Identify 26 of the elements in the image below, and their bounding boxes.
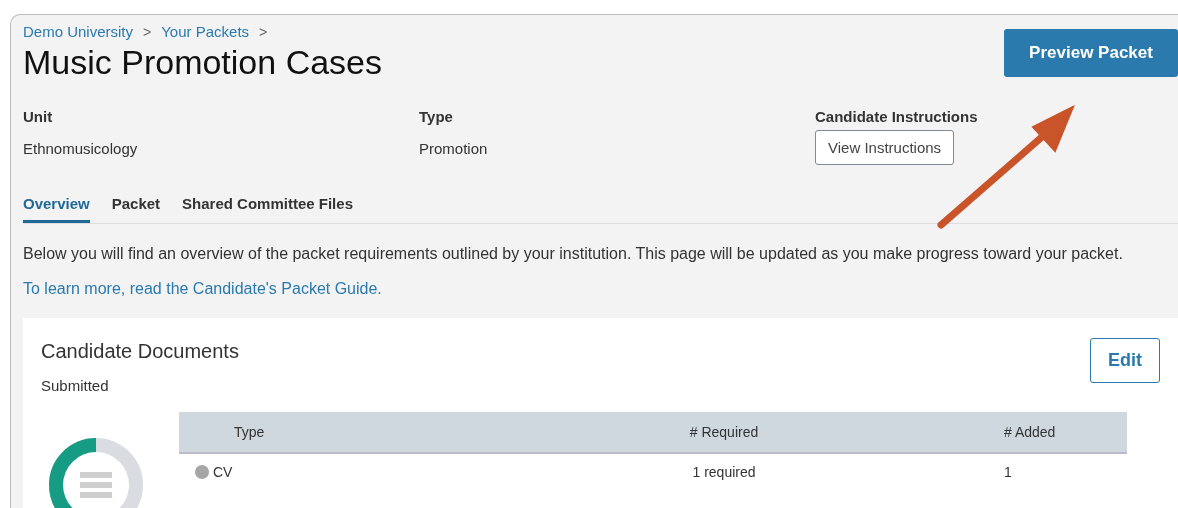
table-cell: 1 required: [692, 464, 756, 480]
column-header: # Required: [688, 424, 760, 440]
status-text: Submitted: [41, 377, 110, 394]
tab[interactable]: Shared Committee Files: [182, 189, 353, 223]
table-cell: 1: [1004, 464, 1012, 480]
card-title: Candidate Documents: [41, 340, 239, 363]
detail-label: Unit: [23, 108, 54, 127]
tab[interactable]: Packet: [111, 189, 161, 223]
packet-guide-link[interactable]: To learn more, read the Candidate's Packet Guide.: [23, 280, 382, 297]
breadcrumb-link[interactable]: Your Packets: [161, 23, 250, 40]
view-instructions-button[interactable]: View Instructions: [815, 130, 955, 165]
page-title: Music Promotion Cases: [23, 42, 382, 83]
intro-paragraph: Below you will find an overview of the packet requirements outlined by your institution. This page will be updated as you make progress toward your packet. To learn more, read the Candidate's Packet Guide.: [23, 244, 1124, 299]
table-cell: CV: [213, 464, 233, 480]
preview-packet-button[interactable]: Preview Packet: [1004, 29, 1178, 77]
breadcrumb-link[interactable]: Demo University: [23, 23, 134, 40]
edit-button[interactable]: Edit: [1090, 338, 1160, 383]
tab[interactable]: Overview: [23, 189, 90, 223]
column-header: # Added: [1003, 424, 1057, 440]
column-header: Type: [233, 424, 266, 440]
breadcrumb-separator: >: [259, 23, 268, 40]
detail-label: Candidate Instructions: [815, 108, 979, 127]
detail-value: Ethnomusicology: [23, 140, 139, 157]
detail-label: Type: [419, 108, 454, 127]
detail-value: Promotion: [419, 140, 489, 157]
breadcrumb-separator: >: [143, 23, 152, 40]
